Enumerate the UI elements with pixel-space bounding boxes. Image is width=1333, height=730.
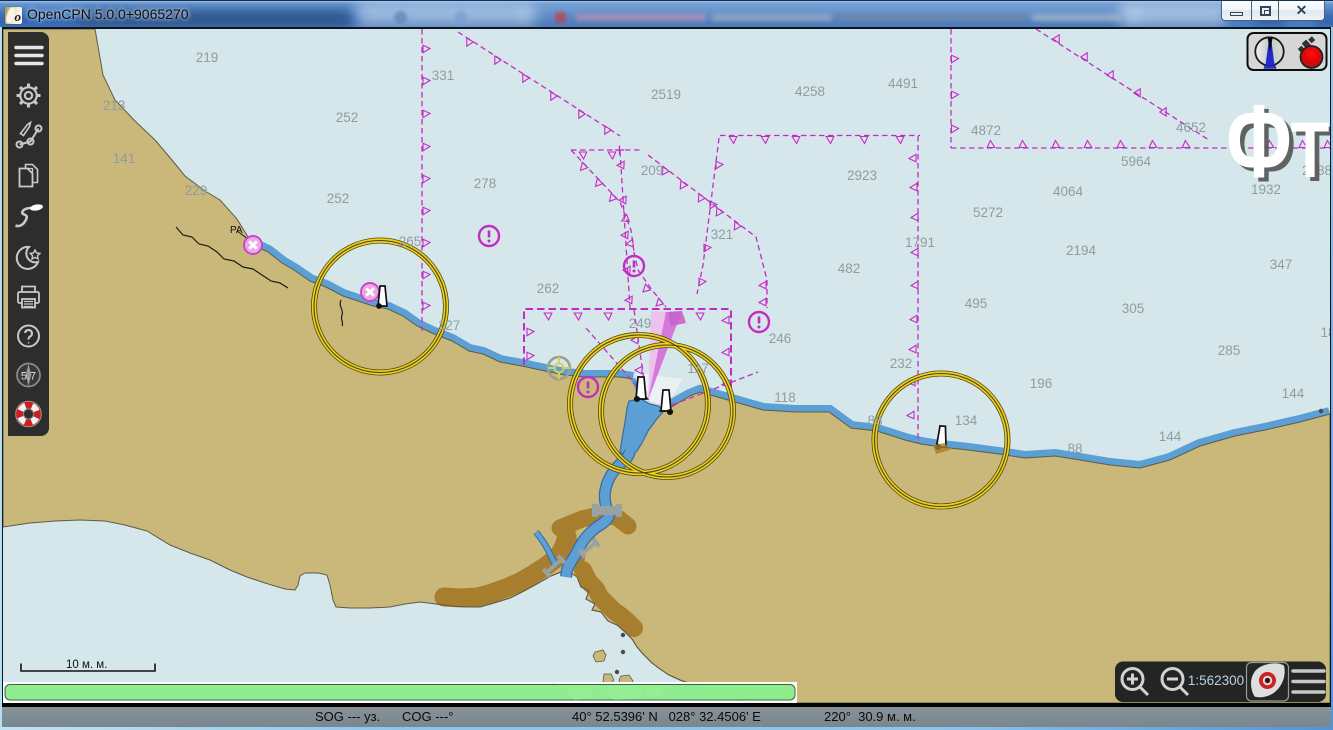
- svg-text:4064: 4064: [1053, 184, 1084, 199]
- svg-text:Ф: Ф: [1226, 84, 1292, 200]
- svg-text:196: 196: [1030, 376, 1053, 391]
- svg-text:347: 347: [1270, 257, 1293, 272]
- svg-text:127: 127: [438, 318, 461, 333]
- svg-text:4258: 4258: [795, 84, 825, 99]
- svg-text:246: 246: [769, 331, 792, 346]
- svg-text:331: 331: [432, 68, 455, 83]
- svg-text:252: 252: [327, 191, 350, 206]
- svg-text:232: 232: [890, 356, 913, 371]
- svg-text:PA: PA: [230, 225, 243, 236]
- svg-text:118: 118: [774, 390, 796, 405]
- svg-text:Т: Т: [1291, 106, 1330, 194]
- svg-text:141: 141: [113, 151, 136, 166]
- svg-text:4491: 4491: [888, 76, 918, 91]
- svg-text:144: 144: [1159, 429, 1182, 444]
- svg-text:229: 229: [185, 183, 208, 198]
- svg-text:1:562300: 1:562300: [1188, 673, 1244, 688]
- svg-text:321: 321: [711, 227, 734, 242]
- svg-text:2194: 2194: [1066, 243, 1097, 258]
- svg-text:4652: 4652: [1176, 120, 1206, 135]
- svg-text:249: 249: [629, 316, 652, 331]
- svg-text:219: 219: [196, 50, 219, 65]
- svg-text:265: 265: [399, 234, 422, 249]
- svg-text:10 м. м.: 10 м. м.: [66, 659, 107, 671]
- svg-text:117: 117: [687, 361, 709, 376]
- svg-text:2923: 2923: [847, 168, 877, 183]
- svg-text:18: 18: [1320, 325, 1330, 340]
- svg-text:88: 88: [867, 413, 882, 428]
- svg-text:262: 262: [537, 281, 560, 296]
- svg-text:2519: 2519: [651, 87, 681, 102]
- svg-text:495: 495: [965, 296, 988, 311]
- svg-text:209: 209: [641, 163, 664, 178]
- svg-text:4872: 4872: [971, 123, 1001, 138]
- svg-text:285: 285: [1218, 343, 1241, 358]
- svg-text:482: 482: [838, 261, 861, 276]
- svg-text:5272: 5272: [973, 205, 1003, 220]
- svg-text:88: 88: [1067, 441, 1082, 456]
- svg-text:5964: 5964: [1121, 154, 1152, 169]
- svg-text:305: 305: [1122, 301, 1145, 316]
- svg-text:144: 144: [1282, 386, 1305, 401]
- svg-text:5.7: 5.7: [21, 371, 36, 383]
- svg-text:1791: 1791: [905, 235, 935, 250]
- svg-text:252: 252: [336, 110, 359, 125]
- svg-text:213: 213: [103, 98, 126, 113]
- svg-text:278: 278: [474, 176, 497, 191]
- svg-text:134: 134: [955, 413, 978, 428]
